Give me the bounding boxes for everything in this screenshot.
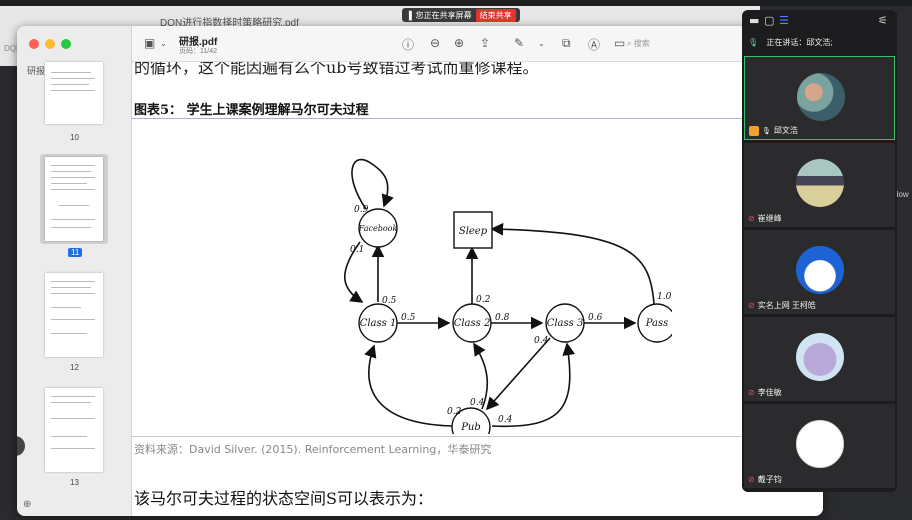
window-icon[interactable]: ▢ — [764, 14, 774, 27]
figure-title: 图表5： 学生上课案例理解马尔可夫过程 — [134, 103, 369, 118]
document-page: 的循环，这个能因遍有么个ub号致错过考试而重修课程。 图表5： 学生上课案例理解… — [132, 62, 823, 516]
participant-name: 李佳敏 — [757, 388, 782, 397]
node-class1: Class 1 — [360, 318, 397, 329]
page-thumbnail-11[interactable] — [45, 157, 103, 241]
mic-muted-icon: ⊘ — [748, 388, 755, 397]
minimize-button[interactable] — [45, 39, 55, 49]
search-placeholder: 搜索 — [633, 39, 650, 48]
edge-pass-sleep — [490, 222, 655, 305]
label-pub-class1: 0.2 — [447, 407, 462, 417]
label-class2-sleep: 0.2 — [476, 295, 491, 305]
markov-process-diagram: Facebook Sleep Class 1 Class 2 Class 3 P… — [343, 158, 672, 434]
participant-name: 崔继峰 — [757, 214, 782, 223]
label-class1-facebook: 0.5 — [382, 296, 397, 306]
label-facebook-self: 0.9 — [354, 205, 369, 215]
node-pass: Pass — [645, 318, 669, 329]
page-thumbnail-12[interactable] — [45, 273, 103, 357]
minimize-icon[interactable]: ▬ — [749, 14, 759, 27]
info-icon[interactable]: ⓘ — [402, 36, 414, 53]
signal-icon: ▐ — [406, 10, 412, 20]
panel-header: ▬ ▢ ☰ ⚟ — [742, 10, 897, 32]
label-class3-pub: 0.4 — [534, 336, 549, 346]
label-class1-class2: 0.5 — [401, 313, 416, 323]
speaking-indicator: 🎙 正在讲话：邱文浩; — [748, 37, 888, 51]
page-indicator: 页码：11/42 — [179, 48, 217, 55]
participant-tile[interactable]: ⊘ 李佳敏 — [744, 317, 895, 401]
host-icon — [749, 125, 759, 136]
divider — [132, 118, 823, 119]
search-input[interactable]: ⌕ 搜索 — [624, 36, 734, 51]
edge-pub-class1 — [364, 344, 453, 427]
page-number-label: 12 — [70, 363, 79, 372]
participant-tile[interactable]: ⊘ 戴子钧 — [744, 404, 895, 488]
participant-name: 邱文浩 — [773, 126, 798, 135]
page-thumbnail-10[interactable] — [45, 62, 103, 124]
sidebar-toggle-icon[interactable]: ▣ — [144, 36, 155, 50]
chevron-down-icon[interactable]: ⌄ — [538, 39, 545, 48]
label-facebook-class1: 0.1 — [350, 245, 364, 255]
meeting-participant-panel: ▬ ▢ ☰ ⚟ 🎙 正在讲话：邱文浩; 🎙 邱文浩 ⊘ 崔继峰 ⊘ 实名上网 王… — [742, 10, 897, 492]
page-number-label: 13 — [70, 478, 79, 487]
mic-muted-icon: ⊘ — [748, 214, 755, 223]
markup-pen-icon[interactable]: ✎ — [514, 36, 524, 50]
preview-window: 研报.pdf 10 11 12 13 ⊕ ▣ ⌄ 研报.pdf 页码：11/42… — [17, 26, 823, 516]
participant-tile[interactable]: ⊘ 崔继峰 — [744, 143, 895, 227]
preview-toolbar: ▣ ⌄ 研报.pdf 页码：11/42 ⓘ ⊖ ⊕ ⇪ ✎ ⌄ ⧉ Ⓐ ▭ ⌕ … — [132, 26, 823, 62]
screen-share-banner: ▐ 您正在共享屏幕 结束共享 — [402, 8, 520, 22]
edge-class3-pub — [485, 337, 551, 411]
mic-muted-icon: ⊘ — [748, 475, 755, 484]
label-pass-sleep: 1.0 — [657, 292, 672, 302]
participant-tile[interactable]: ⊘ 实名上网 王柯皓 — [744, 230, 895, 314]
fullscreen-button[interactable] — [61, 39, 71, 49]
page-thumbnail-13[interactable] — [45, 388, 103, 472]
thumbnail-sidebar: 研报.pdf 10 11 12 13 ⊕ — [17, 26, 132, 516]
label-pub-class3: 0.4 — [498, 415, 513, 425]
zoom-in-icon[interactable]: ⊕ — [454, 36, 464, 50]
search-icon: ⌕ — [627, 39, 632, 48]
label-pub-class2: 0.4 — [470, 398, 485, 408]
page-number-label-selected: 11 — [68, 248, 83, 257]
stop-share-button[interactable]: 结束共享 — [475, 8, 516, 22]
edge-pub-class3 — [491, 342, 576, 428]
participant-name: 戴子钧 — [757, 475, 782, 484]
list-view-icon[interactable]: ☰ — [779, 14, 789, 27]
avatar — [796, 333, 844, 381]
speaking-label: 正在讲话：邱文浩; — [766, 38, 833, 47]
node-sleep: Sleep — [459, 226, 488, 237]
participant-tile[interactable]: 🎙 邱文浩 — [744, 56, 895, 140]
node-facebook: Facebook — [358, 224, 398, 233]
figure-source: 资料来源：David Silver. (2015). Reinforcement… — [134, 443, 492, 456]
annotate-icon[interactable]: Ⓐ — [588, 36, 600, 53]
participant-name: 实名上网 王柯皓 — [757, 301, 816, 310]
share-status: 您正在共享屏幕 — [415, 10, 472, 20]
document-body-text: 该马尔可夫过程的状态空间S可以表示为： — [134, 489, 433, 508]
add-icon[interactable]: ⊕ — [23, 499, 31, 510]
avatar — [796, 420, 844, 468]
avatar — [797, 73, 845, 121]
zoom-out-icon[interactable]: ⊖ — [430, 36, 440, 50]
node-pub: Pub — [460, 422, 481, 433]
label-class3-pass: 0.6 — [588, 313, 603, 323]
document-top-line: 的循环，这个能因遍有么个ub号致错过考试而重修课程。 — [134, 62, 539, 77]
avatar — [796, 246, 844, 294]
label-class2-class3: 0.8 — [495, 313, 510, 323]
mic-muted-icon: ⊘ — [748, 301, 755, 310]
rotate-icon[interactable]: ⧉ — [562, 36, 571, 51]
mic-icon: 🎙 — [762, 127, 771, 135]
page-number-label: 10 — [70, 133, 79, 142]
divider — [132, 436, 823, 437]
edge-facebook-self — [351, 158, 394, 210]
mic-icon: 🎙 — [748, 38, 759, 47]
share-icon[interactable]: ⇪ — [480, 36, 490, 50]
close-button[interactable] — [29, 39, 39, 49]
chevron-down-icon[interactable]: ⌄ — [160, 39, 167, 48]
node-class3: Class 3 — [547, 318, 584, 329]
node-class2: Class 2 — [454, 318, 491, 329]
avatar — [796, 159, 844, 207]
settings-icon[interactable]: ⚟ — [878, 14, 888, 27]
window-controls — [29, 39, 71, 49]
